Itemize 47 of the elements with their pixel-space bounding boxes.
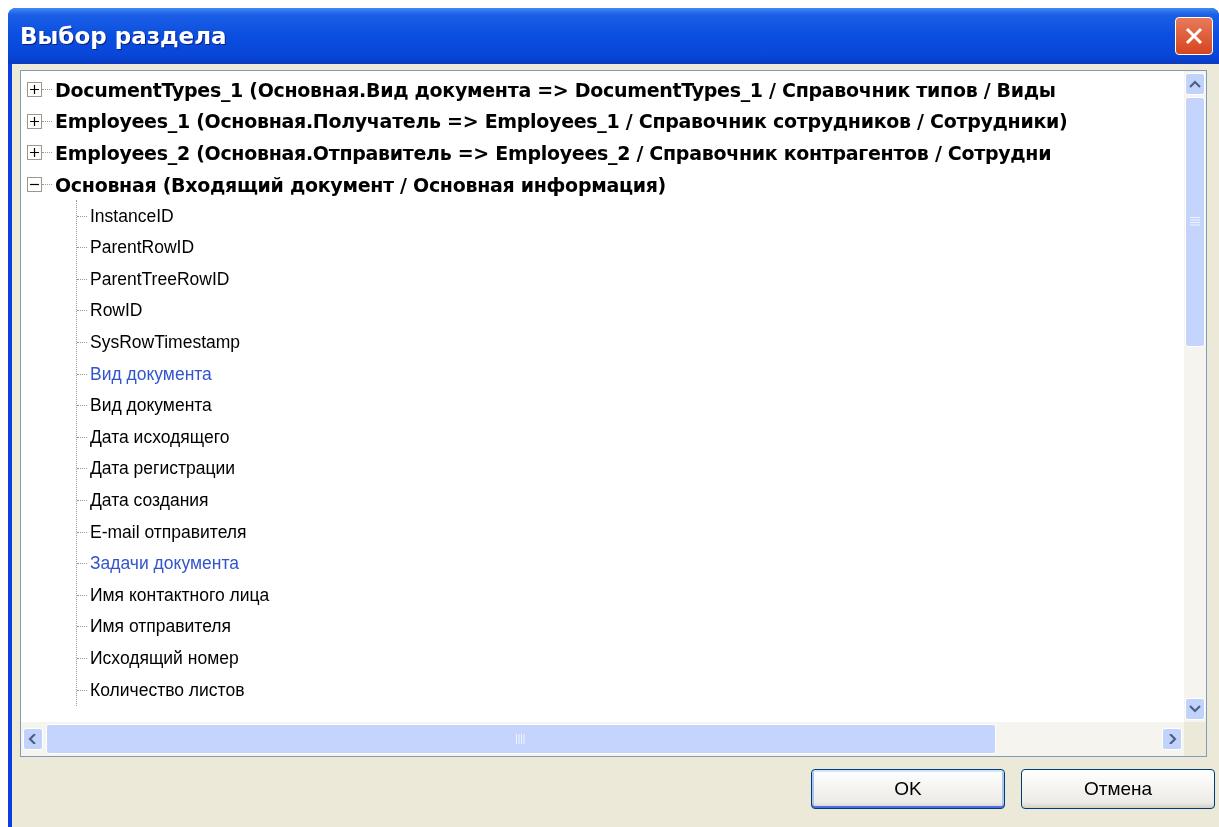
cancel-button[interactable]: Отмена [1021,769,1215,809]
grip-icon [516,734,526,744]
tree-item[interactable]: DocumentTypes_1 (Основная.Вид документа => DocumentTypes_1 / Справочник типов / Виды [55,78,1056,101]
scrollbar-corner [1184,722,1206,756]
tree-item[interactable]: ParentRowID [90,237,195,259]
tree-item[interactable]: SysRowTimestamp [90,332,241,354]
tree-item[interactable]: E-mail отправителя [90,521,247,543]
tree-link-item[interactable]: Вид документа [90,363,212,385]
tree-item[interactable]: Employees_2 (Основная.Отправитель => Employees_2 / Справочник контрагентов / Сотрудни [55,142,1052,164]
close-button[interactable] [1175,17,1213,55]
tree-item[interactable]: Основная (Входящий документ / Основная информация) [55,173,666,196]
close-icon [1184,26,1204,46]
chevron-up-icon [1189,79,1201,89]
tree-item[interactable]: Employees_1 (Основная.Получатель => Employees_1 / Справочник сотрудников / Сотрудники) [55,110,1068,133]
scroll-thumb[interactable] [1185,97,1205,347]
window-title: Выбор раздела [20,23,227,49]
expander-button[interactable] [27,113,42,129]
scroll-down-button[interactable] [1185,698,1205,720]
grip-icon [1190,217,1200,227]
tree-item[interactable]: InstanceID [90,205,174,227]
horizontal-scrollbar[interactable] [21,722,1184,756]
tree-item[interactable]: Дата создания [90,490,209,511]
tree-item[interactable]: Имя контактного лица [90,584,270,606]
tree-item[interactable]: Имя отправителя [90,616,231,638]
ok-button[interactable]: OK [811,769,1005,809]
expander-button[interactable] [27,177,42,193]
vertical-scrollbar[interactable] [1184,71,1206,722]
tree-item[interactable]: RowID [90,300,143,322]
chevron-left-icon [27,734,39,744]
plus-icon [30,148,39,158]
expander-button[interactable] [27,145,42,161]
tree-item[interactable]: Исходящий номер [90,648,239,669]
scroll-thumb[interactable] [46,724,996,754]
chevron-right-icon [1166,734,1178,744]
chevron-down-icon [1189,704,1201,714]
plus-icon [30,85,39,95]
scroll-left-button[interactable] [23,728,43,750]
plus-icon [30,116,39,126]
scroll-right-button[interactable] [1162,728,1182,750]
tree-item[interactable]: Вид документа [90,395,212,417]
tree-link-item[interactable]: Задачи документа [90,553,239,575]
tree-item[interactable]: Дата регистрации [90,458,236,480]
tree-item[interactable]: Дата исходящего [90,426,230,448]
expander-button[interactable] [27,82,42,98]
scroll-up-button[interactable] [1185,73,1205,95]
tree-item[interactable]: ParentTreeRowID [90,268,230,290]
tree-item[interactable]: Количество листов [90,679,245,701]
